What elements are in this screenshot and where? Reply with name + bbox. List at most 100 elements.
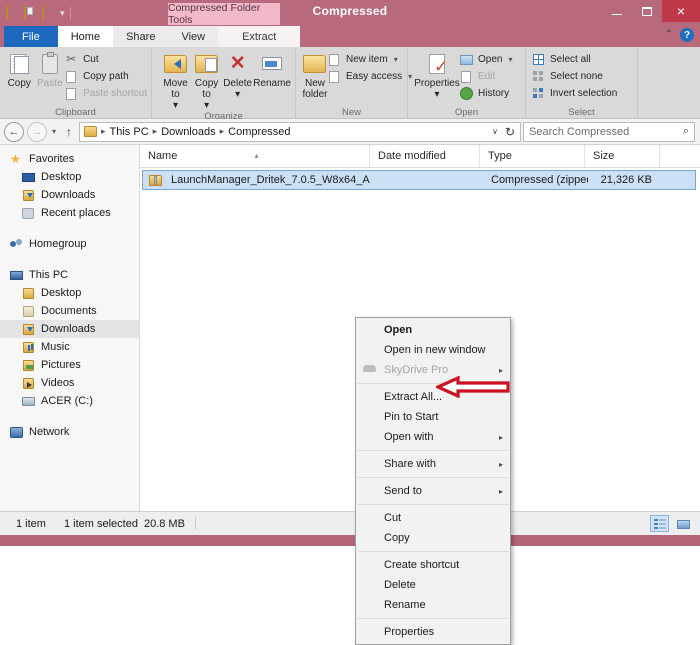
menu-item-open[interactable]: Open bbox=[356, 320, 510, 340]
column-header-size[interactable]: Size bbox=[585, 145, 660, 167]
chevron-down-icon[interactable]: ▾ bbox=[235, 89, 240, 100]
column-header-date-modified[interactable]: Date modified bbox=[370, 145, 480, 167]
refresh-icon[interactable]: ↻ bbox=[505, 125, 515, 139]
breadcrumb-item-this-pc[interactable]: This PC bbox=[110, 126, 149, 138]
drive-icon bbox=[22, 395, 36, 408]
tab-view[interactable]: View bbox=[168, 26, 219, 47]
menu-item-send-to[interactable]: Send to ▸ bbox=[356, 481, 510, 501]
chevron-down-icon[interactable]: ▾ bbox=[394, 55, 398, 64]
select-all-button[interactable]: Select all bbox=[532, 52, 617, 67]
copy-to-button-label: Copy to bbox=[194, 78, 219, 100]
menu-item-open-in-new-window[interactable]: Open in new window bbox=[356, 340, 510, 360]
sidebar-item-desktop-pc[interactable]: Desktop bbox=[0, 284, 139, 302]
ribbon-group-select: Select all Select none Invert selection … bbox=[526, 47, 638, 119]
chevron-down-icon[interactable]: ▾ bbox=[434, 89, 439, 100]
edit-button[interactable]: Edit bbox=[460, 69, 512, 84]
menu-item-properties[interactable]: Properties bbox=[356, 622, 510, 642]
chevron-down-icon[interactable]: ∨ bbox=[492, 127, 498, 136]
copy-path-button[interactable]: Copy path bbox=[65, 69, 147, 84]
easy-access-button[interactable]: Easy access ▾ bbox=[328, 69, 412, 84]
maximize-button[interactable] bbox=[632, 0, 662, 22]
search-placeholder: Search Compressed bbox=[529, 125, 630, 138]
clipboard-small-commands: ✂ Cut Copy path Paste shortcut bbox=[65, 50, 147, 101]
forward-button[interactable]: → bbox=[27, 121, 47, 142]
rename-button[interactable]: Rename bbox=[253, 50, 291, 89]
breadcrumb-item-downloads[interactable]: Downloads bbox=[161, 126, 215, 138]
menu-item-delete[interactable]: Delete bbox=[356, 575, 510, 595]
breadcrumb-item-compressed[interactable]: Compressed bbox=[228, 126, 290, 138]
select-none-button[interactable]: Select none bbox=[532, 69, 617, 84]
invert-selection-button[interactable]: Invert selection bbox=[532, 86, 617, 101]
sidebar-item-label: This PC bbox=[29, 269, 69, 281]
large-icons-view-button[interactable] bbox=[673, 515, 692, 532]
menu-item-label: Delete bbox=[384, 579, 416, 591]
sidebar-item-downloads-pc[interactable]: Downloads bbox=[0, 320, 139, 338]
sidebar-item-desktop[interactable]: Desktop bbox=[0, 168, 139, 186]
column-header-label: Type bbox=[488, 150, 512, 162]
back-button[interactable]: ← bbox=[4, 121, 24, 142]
breadcrumb[interactable]: ▸ This PC ▸ Downloads ▸ Compressed ∨ ↻ bbox=[79, 121, 521, 142]
context-menu[interactable]: Open Open in new window SkyDrive Pro ▸ E… bbox=[355, 317, 511, 645]
open-button[interactable]: Open ▾ bbox=[460, 52, 512, 67]
menu-item-label: Create shortcut bbox=[384, 559, 460, 571]
sidebar-item-downloads[interactable]: Downloads bbox=[0, 186, 139, 204]
search-input[interactable]: Search Compressed ⌕ bbox=[523, 121, 695, 142]
paste-shortcut-button-label: Paste shortcut bbox=[83, 88, 147, 99]
chevron-down-icon[interactable]: ▾ bbox=[508, 55, 512, 64]
tab-extract[interactable]: Extract bbox=[218, 26, 301, 47]
chevron-up-icon[interactable]: ⌃ bbox=[665, 30, 673, 40]
close-button[interactable]: × bbox=[662, 0, 700, 22]
menu-item-open-with[interactable]: Open with ▸ bbox=[356, 427, 510, 447]
sidebar-item-recent-places[interactable]: Recent places bbox=[0, 204, 139, 222]
tab-share[interactable]: Share bbox=[113, 26, 169, 47]
navigation-pane[interactable]: ★ Favorites Desktop Downloads Recent pla… bbox=[0, 145, 140, 511]
table-row[interactable]: LaunchManager_Dritek_7.0.5_W8x64_A Compr… bbox=[142, 170, 696, 190]
menu-item-share-with[interactable]: Share with ▸ bbox=[356, 454, 510, 474]
forward-icon: → bbox=[31, 125, 43, 138]
menu-item-cut[interactable]: Cut bbox=[356, 508, 510, 528]
details-view-button[interactable] bbox=[650, 515, 669, 532]
menu-item-pin-to-start[interactable]: Pin to Start bbox=[356, 407, 510, 427]
properties-button[interactable]: ✓ Properties ▾ bbox=[414, 50, 460, 100]
search-icon[interactable]: ⌕ bbox=[683, 125, 689, 138]
menu-item-label: Copy bbox=[384, 532, 410, 544]
copy-to-button[interactable]: Copy to ▾ bbox=[191, 50, 222, 111]
menu-item-rename[interactable]: Rename bbox=[356, 595, 510, 615]
move-to-button[interactable]: Move to ▾ bbox=[160, 50, 191, 111]
chevron-down-icon[interactable]: ▾ bbox=[173, 100, 178, 111]
menu-separator bbox=[358, 551, 508, 552]
history-button[interactable]: History bbox=[460, 86, 512, 101]
minimize-button[interactable] bbox=[602, 0, 632, 22]
address-bar: ← → ▾ ↑ ▸ This PC ▸ Downloads ▸ Compress… bbox=[0, 119, 700, 145]
sidebar-item-homegroup[interactable]: Homegroup bbox=[0, 235, 139, 253]
sidebar-item-documents[interactable]: Documents bbox=[0, 302, 139, 320]
column-header-type[interactable]: Type bbox=[480, 145, 585, 167]
delete-button[interactable]: ✕ Delete ▾ bbox=[222, 50, 253, 100]
cut-button[interactable]: ✂ Cut bbox=[65, 52, 147, 67]
menu-item-label: Cut bbox=[384, 512, 402, 524]
column-header-name[interactable]: ▴ Name bbox=[140, 145, 370, 167]
copy-button[interactable]: Copy bbox=[4, 50, 35, 89]
paste-shortcut-button[interactable]: Paste shortcut bbox=[65, 86, 147, 101]
recent-locations-button[interactable]: ▾ bbox=[47, 127, 61, 136]
chevron-down-icon[interactable]: ▾ bbox=[204, 100, 209, 111]
column-headers: ▴ Name Date modified Type Size bbox=[140, 145, 700, 168]
sidebar-item-network[interactable]: Network bbox=[0, 423, 139, 441]
sidebar-item-pictures[interactable]: Pictures bbox=[0, 356, 139, 374]
help-icon[interactable]: ? bbox=[680, 28, 694, 42]
sidebar-item-favorites[interactable]: ★ Favorites bbox=[0, 150, 139, 168]
up-button[interactable]: ↑ bbox=[61, 125, 77, 139]
sidebar-item-this-pc[interactable]: This PC bbox=[0, 266, 139, 284]
sidebar-item-music[interactable]: Music bbox=[0, 338, 139, 356]
menu-item-copy[interactable]: Copy bbox=[356, 528, 510, 548]
menu-separator bbox=[358, 477, 508, 478]
new-folder-button[interactable]: New folder bbox=[302, 50, 328, 100]
new-item-button[interactable]: New item ▾ bbox=[328, 52, 412, 67]
tab-file[interactable]: File bbox=[4, 26, 58, 47]
sidebar-item-acer-c[interactable]: ACER (C:) bbox=[0, 392, 139, 410]
tab-home[interactable]: Home bbox=[57, 26, 114, 47]
pictures-folder-icon bbox=[22, 359, 36, 372]
sidebar-item-videos[interactable]: Videos bbox=[0, 374, 139, 392]
menu-item-create-shortcut[interactable]: Create shortcut bbox=[356, 555, 510, 575]
paste-button[interactable]: Paste bbox=[35, 50, 66, 89]
